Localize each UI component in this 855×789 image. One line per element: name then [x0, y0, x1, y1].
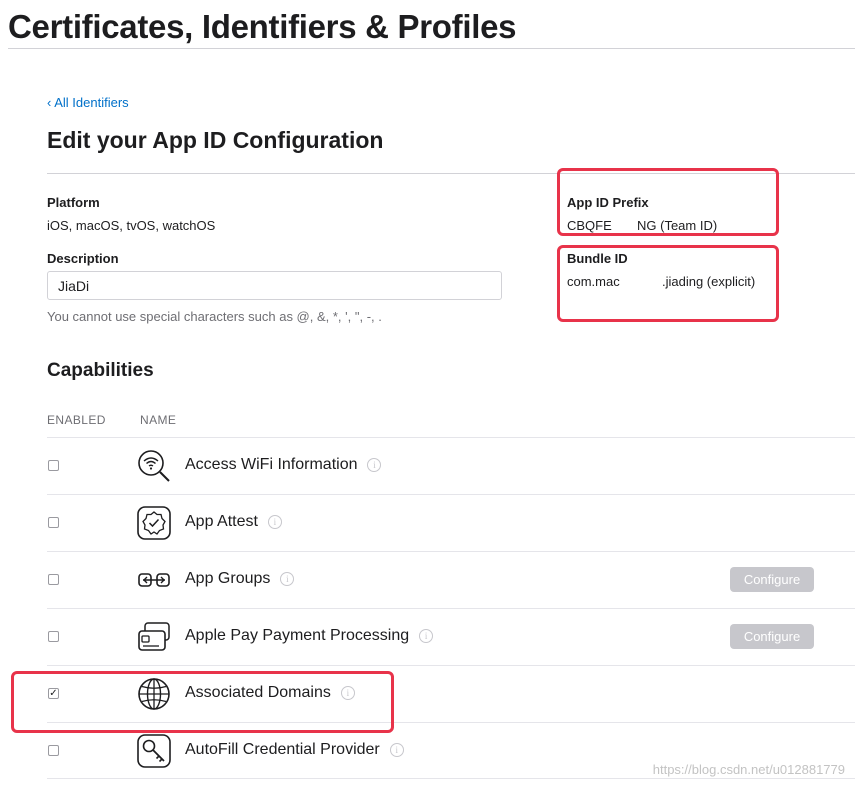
platform-label: Platform	[47, 195, 100, 210]
description-label: Description	[47, 251, 119, 266]
description-hint: You cannot use special characters such a…	[47, 309, 382, 324]
info-icon[interactable]: i	[419, 629, 434, 643]
capability-row-app-attest: App Attest i	[47, 494, 855, 551]
info-icon[interactable]: i	[280, 572, 295, 586]
capabilities-heading: Capabilities	[47, 360, 154, 381]
apple-pay-checkbox[interactable]	[48, 631, 59, 642]
table-bottom-divider	[47, 778, 855, 779]
watermark: https://blog.csdn.net/u012881779	[652, 762, 845, 777]
app-id-prefix-highlight	[557, 168, 779, 236]
app-attest-badge-icon	[137, 506, 171, 540]
app-groups-name: App Groups	[185, 570, 271, 587]
apple-pay-name: Apple Pay Payment Processing	[185, 627, 410, 644]
capability-row-access-wifi: Access WiFi Information i	[47, 437, 855, 494]
info-icon[interactable]: i	[367, 458, 382, 472]
app-groups-configure-button[interactable]: Configure	[730, 567, 814, 592]
enabled-column-header: ENABLED	[47, 413, 106, 427]
associated-domains-highlight	[11, 671, 394, 733]
name-column-header: NAME	[140, 413, 177, 427]
capability-row-app-groups: App Groups i Configure	[47, 551, 855, 608]
autofill-name: AutoFill Credential Provider	[185, 741, 380, 758]
page-title: Certificates, Identifiers & Profiles	[8, 8, 517, 45]
capability-row-apple-pay: Apple Pay Payment Processing i Configure	[47, 608, 855, 665]
all-identifiers-link[interactable]: ‹ All Identifiers	[47, 95, 129, 110]
wifi-search-icon	[138, 450, 170, 482]
platform-value: iOS, macOS, tvOS, watchOS	[47, 218, 216, 233]
row-divider	[47, 551, 855, 552]
row-divider	[47, 608, 855, 609]
access-wifi-checkbox[interactable]	[48, 460, 59, 471]
row-divider	[47, 437, 855, 438]
app-groups-checkbox[interactable]	[48, 574, 59, 585]
title-divider	[8, 48, 855, 49]
description-input[interactable]	[47, 271, 502, 300]
apple-pay-configure-button[interactable]: Configure	[730, 624, 814, 649]
bundle-id-highlight	[557, 245, 779, 322]
row-divider	[47, 494, 855, 495]
key-icon	[137, 734, 171, 768]
apple-pay-card-icon	[138, 622, 170, 651]
app-attest-name: App Attest	[185, 513, 258, 530]
app-groups-icon	[138, 573, 170, 587]
info-icon[interactable]: i	[389, 743, 404, 757]
section-heading: Edit your App ID Configuration	[47, 127, 384, 153]
autofill-checkbox[interactable]	[48, 745, 59, 756]
app-attest-checkbox[interactable]	[48, 517, 59, 528]
row-divider	[47, 665, 855, 666]
info-icon[interactable]: i	[267, 515, 282, 529]
access-wifi-name: Access WiFi Information	[185, 456, 358, 473]
